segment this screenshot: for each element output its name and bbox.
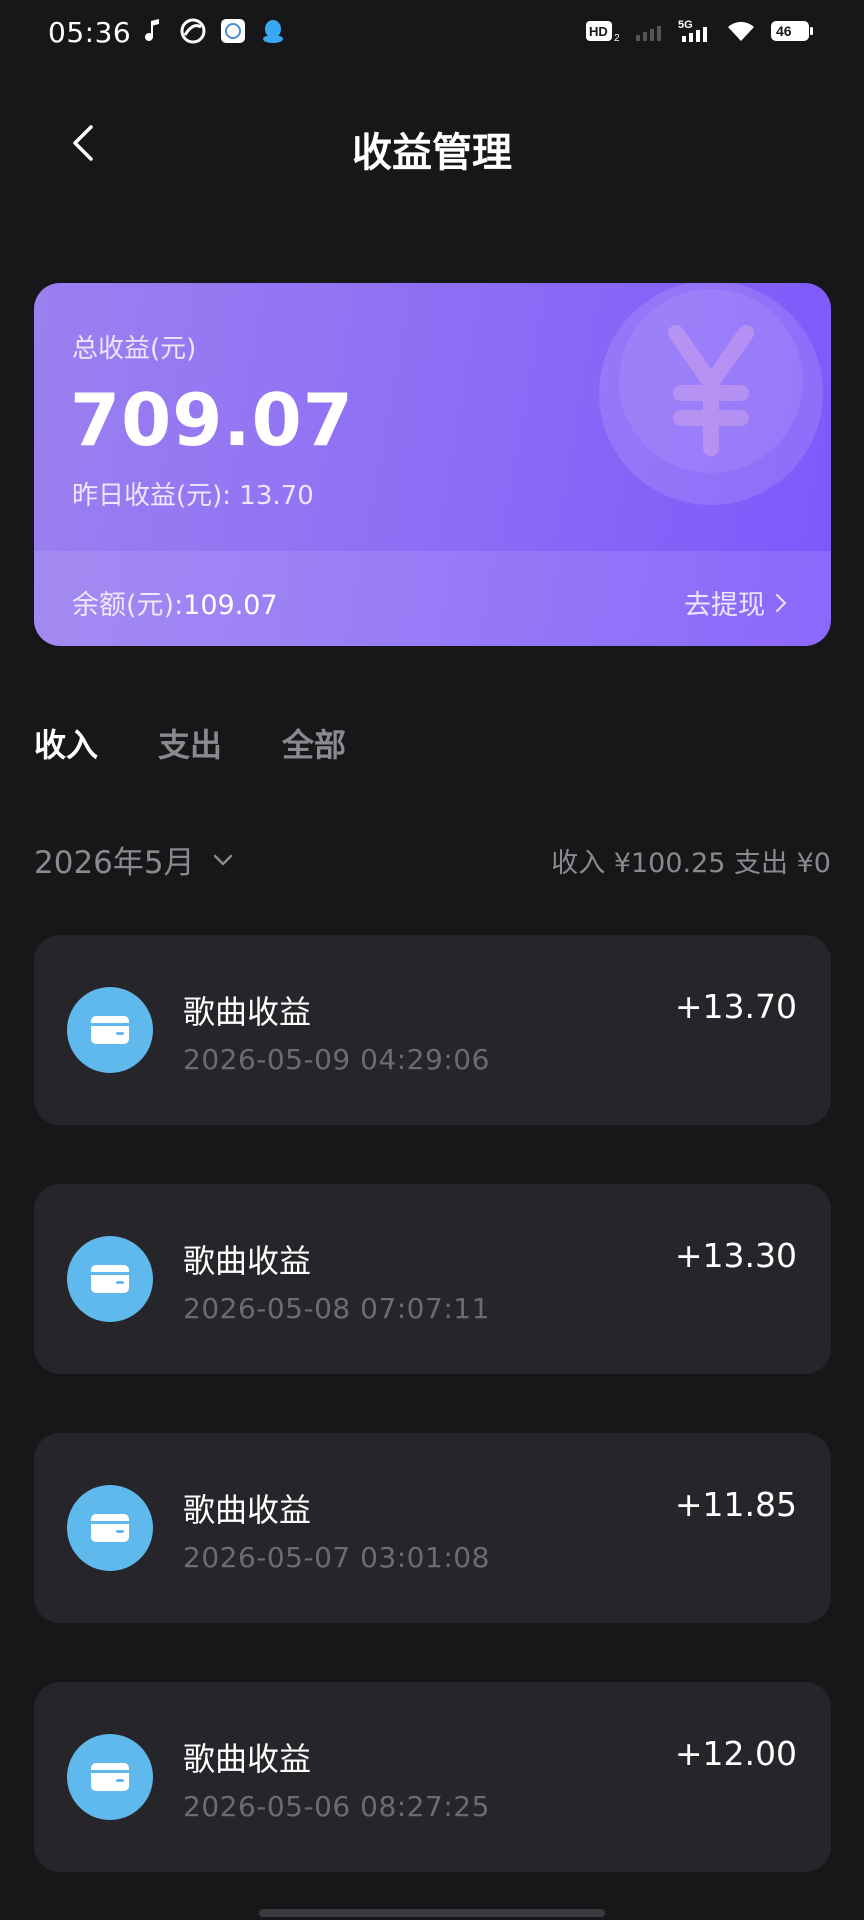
- music-note-icon: [140, 18, 166, 44]
- penguin-icon: [260, 18, 286, 44]
- tab-income[interactable]: 收入: [34, 720, 98, 766]
- income-record-list: 歌曲收益 2026-05-09 04:29:06 +13.70 歌曲收益 202…: [34, 935, 831, 1920]
- month-row: 2026年5月 收入 ¥100.25 支出 ¥0: [34, 837, 831, 881]
- wallet-icon: [67, 1485, 153, 1571]
- record-title: 歌曲收益: [183, 1491, 312, 1529]
- record-title: 歌曲收益: [183, 1242, 312, 1280]
- balance: 余额(元):109.07: [72, 583, 278, 622]
- record-amount: +11.85: [674, 1485, 797, 1524]
- home-indicator[interactable]: [259, 1909, 605, 1917]
- record-amount: +13.70: [674, 987, 797, 1026]
- yuan-coin-icon: [599, 283, 823, 505]
- balance-bar: 余额(元):109.07 去提现: [34, 551, 831, 646]
- notification-icons: [140, 18, 286, 44]
- total-earnings-value: 709.07: [70, 378, 354, 462]
- svg-text:46: 46: [776, 23, 792, 39]
- record-amount: +12.00: [674, 1734, 797, 1773]
- earnings-card: 总收益(元) 709.07 昨日收益(元): 13.70 余额(元):109.0…: [34, 283, 831, 646]
- balance-label: 余额(元):: [72, 590, 184, 621]
- status-bar: 05:36 HD 2 5G 46: [0, 0, 864, 68]
- status-time: 05:36: [48, 16, 132, 49]
- header: 收益管理: [0, 100, 864, 190]
- hd-voice-icon: HD 2: [586, 18, 622, 44]
- list-item[interactable]: 歌曲收益 2026-05-09 04:29:06 +13.70: [34, 935, 831, 1125]
- signal-weak-icon: [636, 18, 664, 44]
- chevron-right-icon: [776, 593, 787, 612]
- total-earnings-label: 总收益(元): [72, 334, 197, 364]
- signal-5g-icon: 5G: [678, 18, 712, 44]
- app-swirl-icon: [180, 18, 206, 44]
- svg-text:2: 2: [614, 33, 620, 43]
- battery-icon: 46: [770, 18, 814, 44]
- record-title: 歌曲收益: [183, 1740, 312, 1778]
- record-time: 2026-05-08 07:07:11: [183, 1292, 490, 1325]
- month-label: 2026年5月: [34, 845, 195, 881]
- list-item[interactable]: 歌曲收益 2026-05-07 03:01:08 +11.85: [34, 1433, 831, 1623]
- page-title: 收益管理: [352, 130, 512, 176]
- month-summary: 收入 ¥100.25 支出 ¥0: [551, 848, 831, 879]
- income-management-page: 05:36 HD 2 5G 46 收益管理 总收益(元) 709.07 昨日收益…: [0, 0, 864, 1920]
- withdraw-label: 去提现: [684, 590, 765, 621]
- svg-text:HD: HD: [589, 24, 608, 39]
- list-item[interactable]: 歌曲收益 2026-05-08 07:07:11 +13.30: [34, 1184, 831, 1374]
- wallet-icon: [67, 987, 153, 1073]
- record-amount: +13.30: [674, 1236, 797, 1275]
- svg-text:5G: 5G: [678, 19, 693, 31]
- wifi-icon: [726, 18, 756, 44]
- withdraw-button[interactable]: 去提现: [684, 583, 787, 622]
- record-time: 2026-05-09 04:29:06: [183, 1043, 490, 1076]
- wallet-icon: [67, 1734, 153, 1820]
- balance-value: 109.07: [183, 590, 278, 621]
- record-title: 歌曲收益: [183, 993, 312, 1031]
- month-selector[interactable]: 2026年5月: [34, 837, 233, 882]
- wallet-icon: [67, 1236, 153, 1322]
- tab-all[interactable]: 全部: [282, 720, 346, 766]
- list-item[interactable]: 歌曲收益 2026-05-06 08:27:25 +12.00: [34, 1682, 831, 1872]
- chevron-down-icon: [213, 854, 232, 865]
- tab-bar: 收入 支出 全部: [34, 720, 346, 766]
- record-time: 2026-05-07 03:01:08: [183, 1541, 490, 1574]
- yesterday-earnings: 昨日收益(元): 13.70: [72, 481, 314, 511]
- app-badge-icon: [220, 18, 246, 44]
- system-icons: HD 2 5G 46: [586, 18, 814, 44]
- tab-expense[interactable]: 支出: [158, 720, 222, 766]
- record-time: 2026-05-06 08:27:25: [183, 1790, 490, 1823]
